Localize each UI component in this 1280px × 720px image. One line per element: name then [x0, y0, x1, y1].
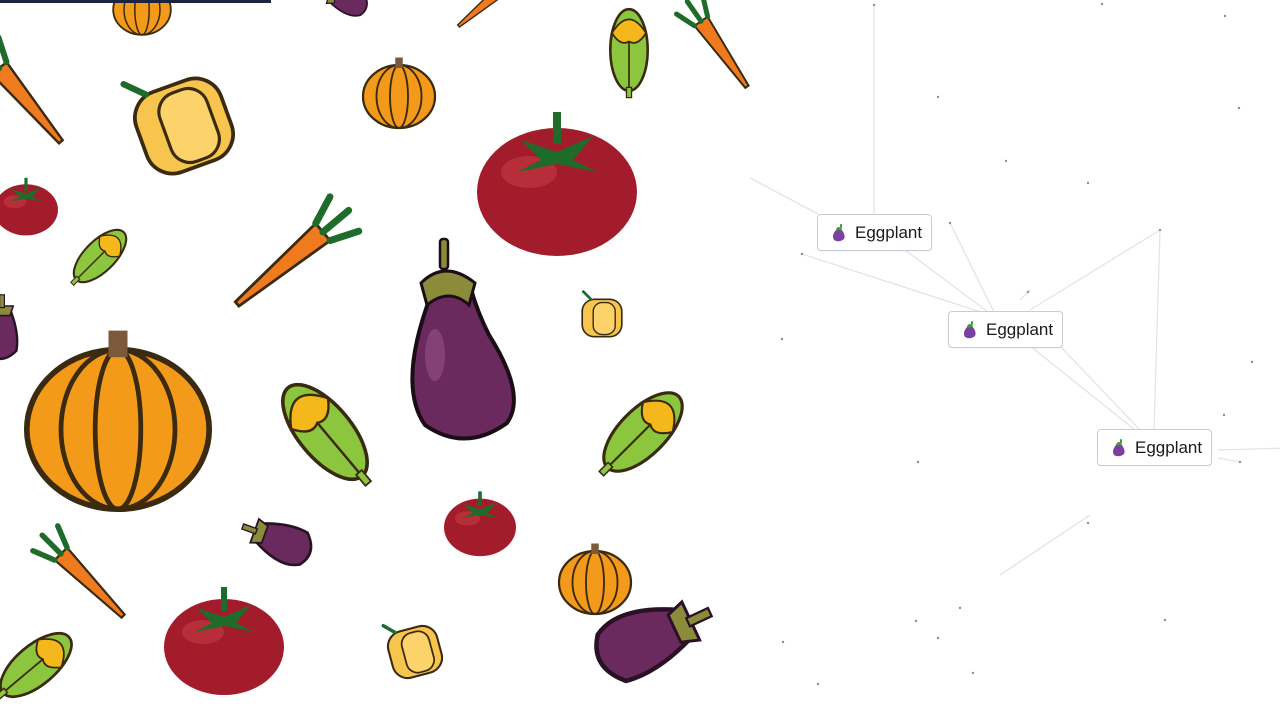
element-label: Eggplant — [1135, 437, 1203, 457]
crafting-canvas[interactable]: Eggplant Eggplant Eggplant — [750, 0, 1280, 720]
eggplant-icon — [1113, 438, 1125, 456]
eggplant-icon — [964, 320, 976, 338]
element-chip-eggplant[interactable]: Eggplant — [1097, 429, 1213, 466]
vegetable-pattern-image — [0, 0, 750, 720]
background-connection-lines — [750, 2, 1280, 686]
eggplant-icon — [833, 223, 845, 241]
element-label: Eggplant — [855, 222, 923, 242]
element-chip-eggplant[interactable]: Eggplant — [817, 214, 933, 251]
vegetable-pattern-art — [0, 0, 750, 714]
element-label: Eggplant — [986, 319, 1054, 339]
top-progress-bar — [0, 0, 271, 3]
element-chip-eggplant[interactable]: Eggplant — [948, 311, 1064, 348]
